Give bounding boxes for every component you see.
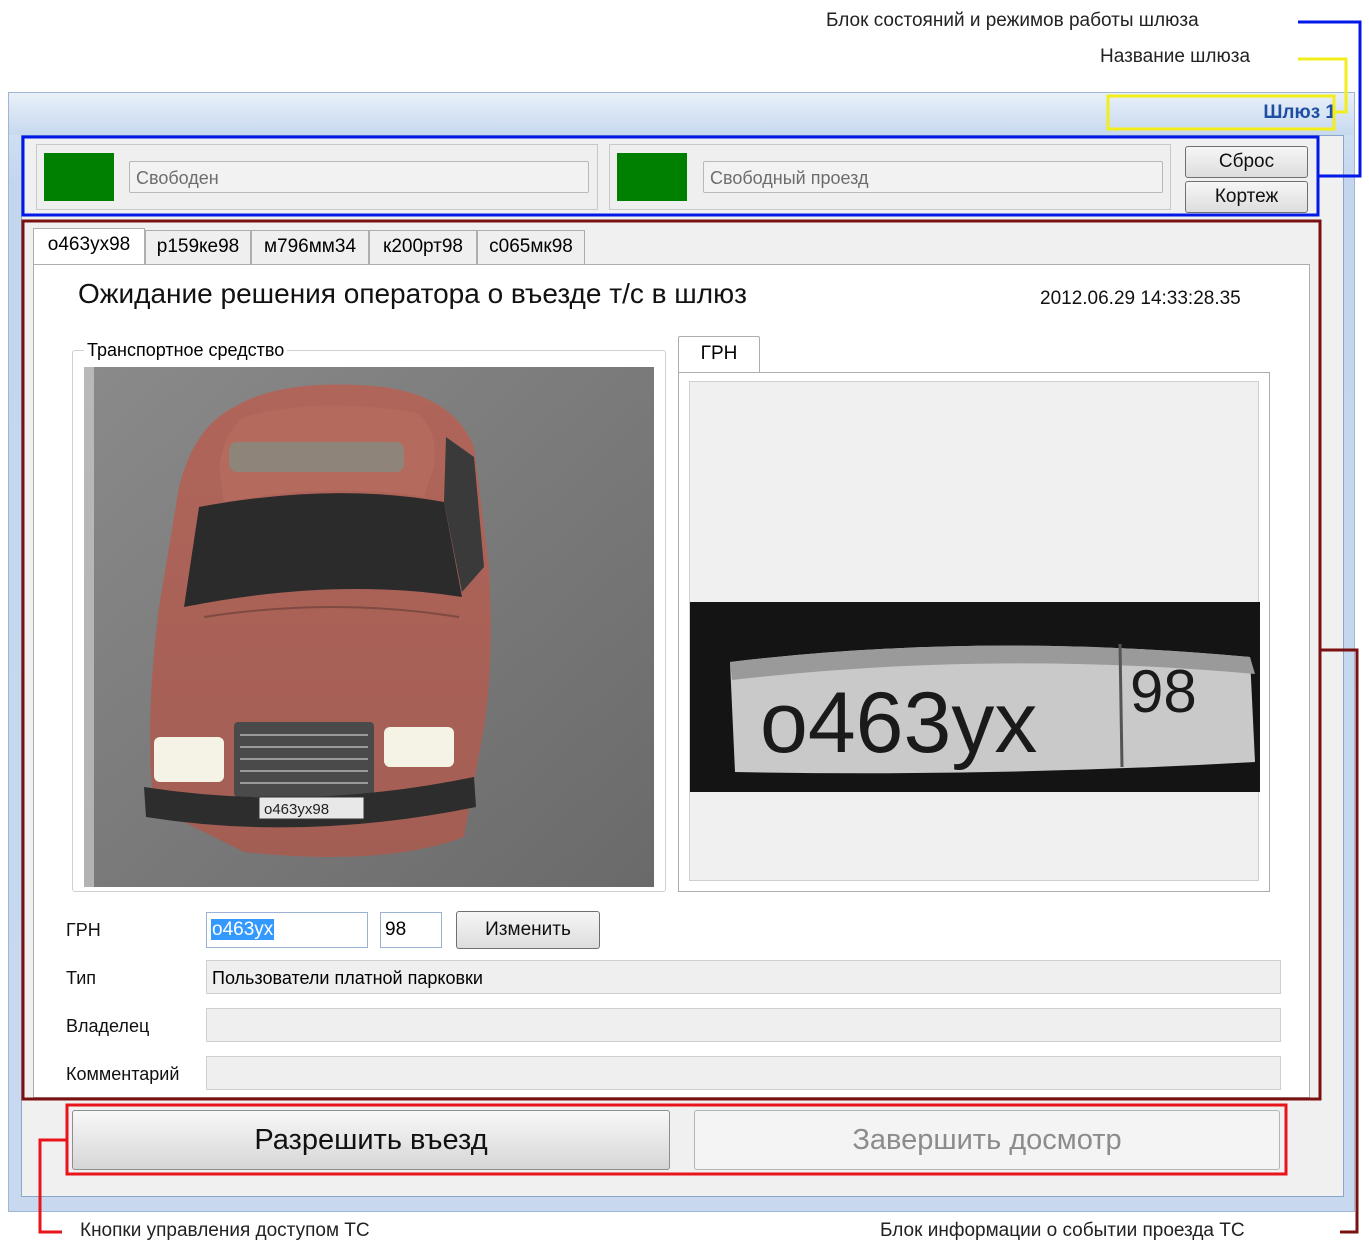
reset-button[interactable]: Сброс: [1185, 146, 1308, 178]
type-label: Тип: [66, 968, 97, 988]
change-button[interactable]: Изменить: [456, 911, 600, 949]
car-illustration: о463ух98: [84, 367, 654, 887]
vehicle-photo: о463ух98: [84, 367, 654, 887]
state-indicator: [44, 153, 114, 201]
annotation-event-info: Блок информации о событии проезда ТС: [880, 1220, 1245, 1241]
annotation-gate-name: Название шлюза: [1100, 46, 1251, 67]
grn-input-value: о463ух: [211, 919, 275, 940]
type-field: Пользователи платной парковки: [206, 960, 1281, 994]
mode-field: Свободный проезд: [703, 161, 1163, 193]
state-field: Свободен: [129, 161, 589, 193]
mode-indicator: [617, 153, 687, 201]
plate-photo: о463ух 98: [690, 602, 1260, 792]
annotation-access-buttons: Кнопки управления доступом ТС: [80, 1220, 370, 1241]
plate-image-region: 98: [1130, 658, 1197, 725]
plate-tabs: о463ух98 р159ке98 м796мм34 к200рт98 с065…: [33, 228, 593, 266]
tab-p159ke98[interactable]: р159ке98: [145, 230, 251, 264]
tab-k200pt98[interactable]: к200рт98: [369, 230, 477, 264]
grn-input[interactable]: о463ух: [206, 912, 368, 948]
plate-image-main: о463ух: [760, 675, 1037, 771]
annotation-status-block: Блок состояний и режимов работы шлюза: [826, 10, 1199, 31]
event-title: Ожидание решения оператора о въезде т/с …: [78, 278, 747, 309]
car-plate-text: о463ух98: [264, 801, 329, 818]
finish-inspection-button[interactable]: Завершить досмотр: [694, 1110, 1280, 1170]
tab-grn[interactable]: ГРН: [678, 336, 760, 372]
owner-field: [206, 1008, 1281, 1042]
comment-label: Комментарий: [66, 1064, 180, 1084]
region-input[interactable]: 98: [380, 912, 442, 948]
tab-c065mk98[interactable]: с065мк98: [477, 230, 585, 264]
vehicle-groupbox-title: Транспортное средство: [84, 340, 288, 361]
allow-entry-button[interactable]: Разрешить въезд: [72, 1110, 670, 1170]
tab-m796mm34[interactable]: м796мм34: [251, 230, 369, 264]
plate-panel: о463ух 98: [678, 372, 1270, 892]
gate-name: Шлюз 1: [1263, 102, 1336, 123]
plate-image-frame: о463ух 98: [689, 381, 1260, 881]
grn-label: ГРН: [66, 920, 101, 940]
cortege-button[interactable]: Кортеж: [1185, 181, 1308, 213]
event-timestamp: 2012.06.29 14:33:28.35: [1040, 288, 1241, 309]
comment-field: [206, 1056, 1281, 1090]
tab-o463ux98[interactable]: о463ух98: [33, 228, 145, 264]
title-bar: Шлюз 1: [9, 93, 1354, 135]
owner-label: Владелец: [66, 1016, 150, 1036]
